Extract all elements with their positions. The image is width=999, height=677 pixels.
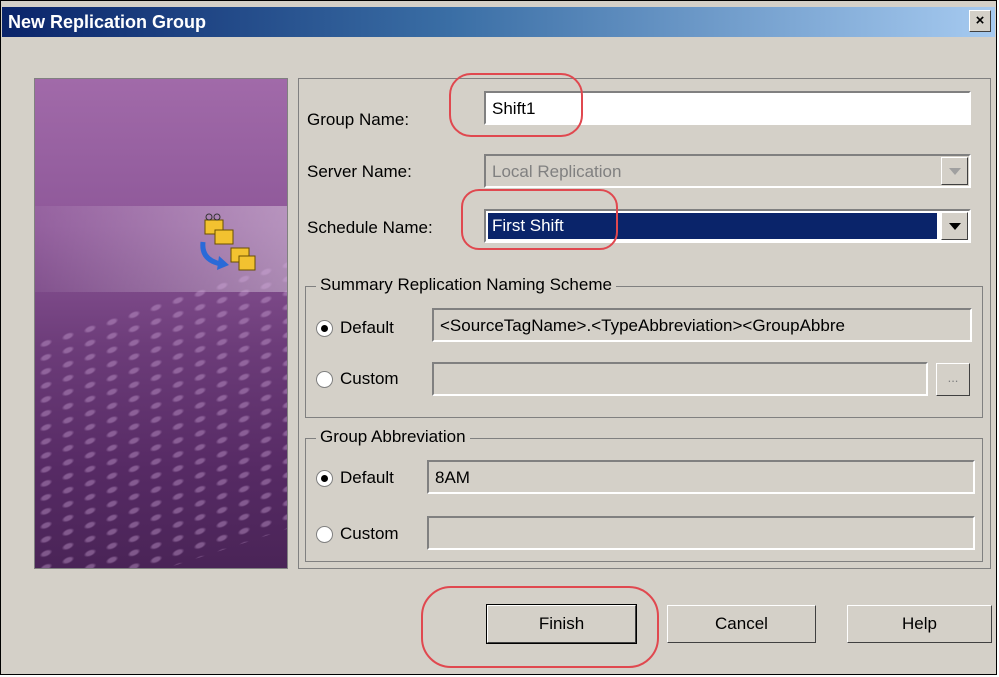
finish-highlight [421,586,659,668]
summary-custom-label[interactable]: Custom [340,369,399,389]
abbreviation-custom-field[interactable] [427,516,975,550]
group-name-label: Group Name: [307,110,410,129]
abbreviation-custom-radio[interactable] [316,526,333,543]
server-name-select[interactable]: Local Replication [484,154,971,188]
abbreviation-custom-label[interactable]: Custom [340,524,399,544]
server-name-value: Local Replication [492,162,622,181]
schedule-name-highlight [461,189,618,250]
summary-default-radio[interactable] [316,320,333,337]
group-abbreviation-legend: Group Abbreviation [316,427,470,447]
summary-custom-field[interactable] [432,362,928,396]
summary-default-label[interactable]: Default [340,318,394,338]
summary-naming-scheme-group: Summary Replication Naming Scheme Defaul… [305,275,983,418]
help-button[interactable]: Help [847,605,992,643]
server-name-label: Server Name: [307,162,412,181]
wizard-banner-image [34,78,288,569]
chevron-down-icon[interactable] [941,212,968,240]
title-bar: New Replication Group × [2,7,995,37]
summary-naming-scheme-legend: Summary Replication Naming Scheme [316,275,616,295]
summary-default-field: <SourceTagName>.<TypeAbbreviation><Group… [432,308,972,342]
group-name-highlight [449,73,583,137]
close-button[interactable]: × [969,10,991,32]
schedule-name-label: Schedule Name: [307,218,433,237]
abbreviation-default-radio[interactable] [316,470,333,487]
abbreviation-default-label[interactable]: Default [340,468,394,488]
summary-custom-radio[interactable] [316,371,333,388]
replication-tags-icon [200,213,256,271]
window-title: New Replication Group [8,12,207,32]
group-abbreviation-group: Group Abbreviation Default 8AM Custom [305,427,983,562]
settings-panel: Group Name: Shift1 Server Name: Local Re… [298,78,991,569]
abbreviation-default-field: 8AM [427,460,975,494]
banner-pattern [35,258,287,568]
browse-button[interactable]: ... [936,363,970,396]
cancel-button[interactable]: Cancel [667,605,816,643]
chevron-down-icon[interactable] [941,157,968,185]
